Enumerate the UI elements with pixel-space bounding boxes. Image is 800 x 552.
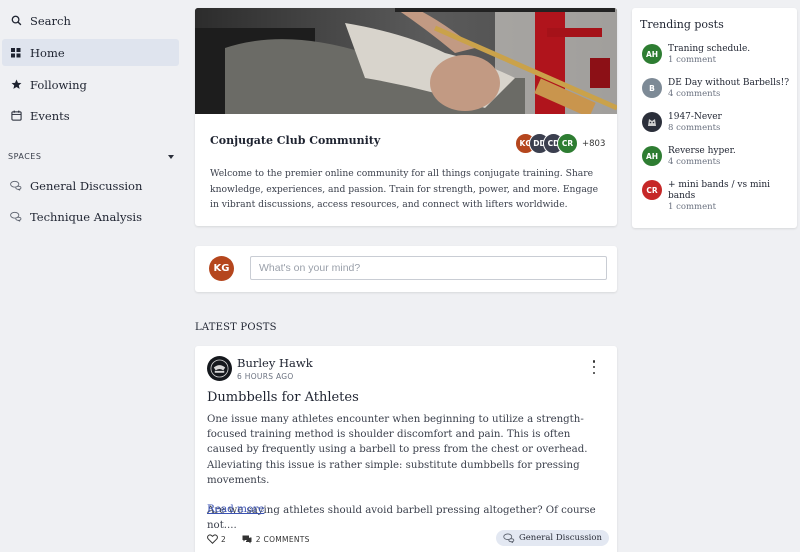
community-description: Welcome to the premier online community …: [210, 168, 599, 210]
sidebar-item-label: Home: [30, 45, 65, 60]
sidebar-item-search[interactable]: Search: [2, 7, 179, 34]
post-body-paragraph: One issue many athletes encounter when b…: [207, 414, 588, 486]
grid-icon: [10, 47, 22, 59]
avatar[interactable]: CR: [557, 133, 578, 154]
avatar: AH: [642, 44, 662, 64]
post-timestamp: 6 HOURS AGO: [237, 372, 294, 381]
chevron-down-icon[interactable]: [168, 154, 174, 159]
chat-bubbles-icon: [10, 211, 22, 223]
trending-title[interactable]: Traning schedule.: [668, 44, 793, 55]
sidebar-item-events[interactable]: Events: [2, 102, 179, 129]
sidebar-item-label: Search: [30, 13, 71, 28]
comment-count: 2 COMMENTS: [255, 534, 310, 544]
star-icon: [10, 79, 22, 91]
avatar: CR: [642, 180, 662, 200]
latest-posts-heading: LATEST POSTS: [195, 322, 277, 333]
chat-bubbles-icon: [10, 180, 22, 192]
calendar-icon: [10, 110, 22, 122]
heart-icon: [207, 534, 218, 544]
trending-title[interactable]: 1947-Never: [668, 112, 793, 123]
space-tag[interactable]: General Discussion: [495, 530, 609, 546]
trending-heading: Trending posts: [640, 18, 724, 31]
avatar: KG: [209, 256, 234, 281]
post-footer: 2 2 COMMENTS General Discussion: [207, 530, 609, 546]
logo-icon: [648, 119, 656, 126]
spaces-section-header[interactable]: SPACES: [8, 152, 174, 161]
sidebar-item-general-discussion[interactable]: General Discussion: [2, 172, 179, 199]
spaces-heading: SPACES: [8, 152, 42, 161]
avatar: [642, 112, 662, 132]
post-body: One issue many athletes encounter when b…: [207, 412, 605, 533]
comments-button[interactable]: 2 COMMENTS: [242, 535, 310, 544]
chat-bubbles-icon: [503, 533, 515, 543]
member-count[interactable]: +803: [582, 139, 605, 149]
sidebar-item-label: General Discussion: [30, 178, 143, 193]
avatar: B: [642, 78, 662, 98]
community-name: Conjugate Club Community: [210, 134, 381, 147]
more-options-icon[interactable]: [590, 360, 598, 374]
avatar: AH: [642, 146, 662, 166]
sidebar-item-home[interactable]: Home: [2, 39, 179, 66]
sidebar-item-label: Events: [30, 108, 70, 123]
sidebar-item-label: Following: [30, 77, 87, 92]
trending-posts-panel: Trending posts AH Traning schedule. 1 co…: [632, 8, 797, 228]
post-input[interactable]: [250, 256, 607, 280]
author-avatar[interactable]: [207, 356, 232, 381]
trending-title[interactable]: + mini bands / vs mini bands: [668, 180, 793, 202]
sidebar: Search Home Following Events SPACES Gene…: [0, 0, 186, 552]
trending-comments: 4 comments: [668, 157, 721, 167]
post-composer: KG: [195, 246, 617, 292]
trending-title[interactable]: DE Day without Barbells!?: [668, 78, 793, 89]
comment-icon: [242, 535, 252, 543]
trending-comments: 4 comments: [668, 89, 721, 99]
post-card[interactable]: Burley Hawk 6 HOURS AGO Dumbbells for At…: [195, 346, 617, 552]
post-body-paragraph: Are we saying athletes should avoid barb…: [207, 505, 596, 532]
read-more-link[interactable]: Read more: [207, 503, 264, 515]
trending-comments: 8 comments: [668, 123, 721, 133]
like-count: 2: [221, 534, 226, 544]
sidebar-item-label: Technique Analysis: [30, 209, 142, 224]
trending-comments: 1 comment: [668, 202, 717, 212]
search-icon: [10, 15, 22, 27]
community-cover-image: [195, 8, 617, 114]
sidebar-item-following[interactable]: Following: [2, 71, 179, 98]
post-title[interactable]: Dumbbells for Athletes: [207, 390, 359, 405]
trending-title[interactable]: Reverse hyper.: [668, 146, 793, 157]
community-card: Conjugate Club Community KG DD CD CR +80…: [195, 8, 617, 226]
member-avatars[interactable]: KG DD CD CR +803: [515, 133, 605, 154]
post-author[interactable]: Burley Hawk: [237, 356, 313, 370]
trending-comments: 1 comment: [668, 55, 717, 65]
like-button[interactable]: 2: [207, 534, 226, 544]
sidebar-item-technique-analysis[interactable]: Technique Analysis: [2, 203, 179, 230]
space-tag-label: General Discussion: [518, 533, 602, 543]
